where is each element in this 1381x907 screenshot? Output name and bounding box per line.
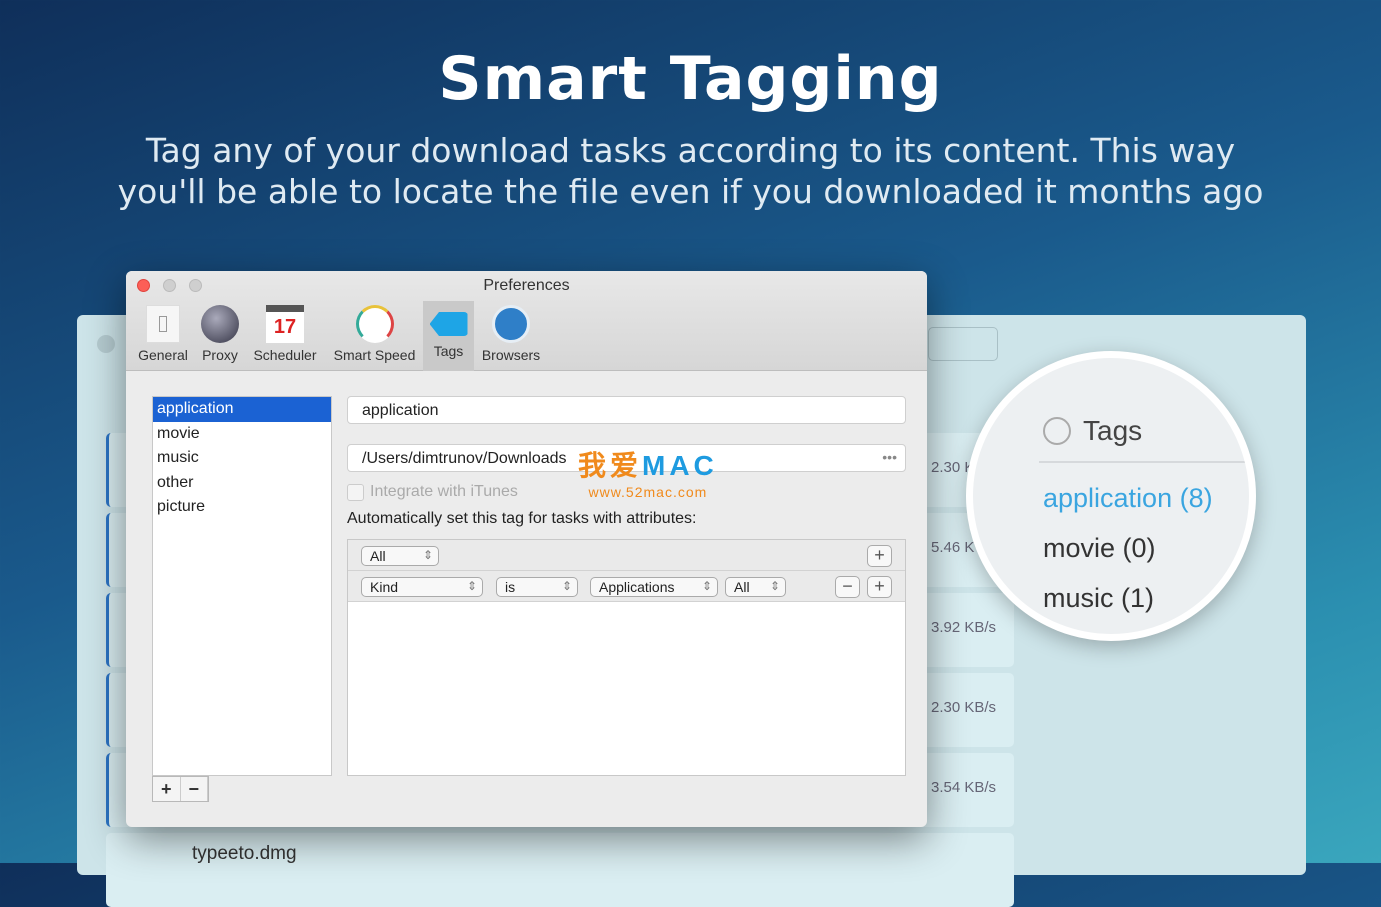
itunes-checkbox[interactable]: Integrate with iTunes <box>347 483 518 501</box>
tab-label: Tags <box>433 343 464 359</box>
checkbox-icon <box>347 483 364 501</box>
search-field[interactable] <box>928 327 998 361</box>
tab-label: Scheduler <box>253 347 317 363</box>
tag-list-item[interactable]: picture <box>153 495 331 520</box>
tag-count-item[interactable]: movie (0) <box>1043 533 1156 564</box>
title-bar: Preferences General Proxy 17 Scheduler S… <box>126 271 927 371</box>
task-card[interactable]: typeeto.dmg <box>106 833 1014 907</box>
file-name: typeeto.dmg <box>192 843 297 864</box>
network-globe-icon <box>201 305 239 343</box>
watermark-en: MAC <box>642 450 718 481</box>
tag-list-item[interactable]: music <box>153 446 331 471</box>
window-title: Preferences <box>483 277 570 294</box>
speedometer-icon <box>355 305 394 343</box>
remove-tag-button[interactable]: − <box>181 777 208 801</box>
window-control[interactable] <box>97 335 115 353</box>
rule-match-row: All + <box>348 540 905 571</box>
tab-tags[interactable]: Tags <box>423 301 474 371</box>
tag-count-item[interactable]: music (1) <box>1043 583 1154 614</box>
subtitle-line: you'll be able to locate the file even i… <box>117 172 1264 211</box>
folder-path: /Users/dimtrunov/Downloads <box>362 450 567 467</box>
auto-tag-label: Automatically set this tag for tasks wit… <box>347 510 697 527</box>
checkbox-label: Integrate with iTunes <box>370 483 518 500</box>
attribute-popup[interactable]: Kind <box>361 577 483 597</box>
tag-list: application movie music other picture <box>152 396 332 776</box>
tab-label: Proxy <box>202 347 238 363</box>
calendar-icon: 17 <box>266 305 304 343</box>
add-rule-button[interactable]: + <box>867 576 892 598</box>
remove-rule-button[interactable]: − <box>835 576 860 598</box>
value-popup[interactable]: Applications <box>590 577 718 597</box>
add-rule-button[interactable]: + <box>867 545 892 567</box>
tab-scheduler[interactable]: 17 Scheduler <box>249 301 321 371</box>
tag-name-field[interactable]: application <box>347 396 906 424</box>
operator-popup[interactable]: is <box>496 577 578 597</box>
tag-icon <box>429 312 468 336</box>
tag-count-item[interactable]: application (8) <box>1043 483 1213 514</box>
more-icon[interactable]: ••• <box>882 449 897 465</box>
tag-list-item[interactable]: movie <box>153 422 331 447</box>
tab-browsers[interactable]: Browsers <box>478 301 544 371</box>
magnifier-header: Tags <box>1083 415 1143 446</box>
tag-list-item[interactable]: application <box>153 397 331 422</box>
tag-list-item[interactable]: other <box>153 471 331 496</box>
tab-general[interactable]: General <box>134 301 192 371</box>
hero-title: Smart Tagging <box>438 44 943 114</box>
speed: 3.54 KB/s <box>931 779 997 796</box>
speed: 3.92 KB/s <box>931 619 997 636</box>
speed: 2.30 KB/s <box>931 699 997 716</box>
hero-subtitle: Tag any of your download tasks according… <box>0 130 1381 212</box>
preferences-window: Preferences General Proxy 17 Scheduler S… <box>126 271 927 827</box>
match-popup[interactable]: All <box>361 546 439 566</box>
compass-icon <box>492 305 530 343</box>
toggle-icon <box>1043 417 1071 445</box>
tab-proxy[interactable]: Proxy <box>196 301 244 371</box>
tags-magnifier: Tags application (8) movie (0) music (1) <box>966 351 1256 641</box>
watermark-url: www.52mac.com <box>588 484 708 500</box>
rule-row: Kind is Applications All − + <box>348 571 905 602</box>
add-tag-button[interactable]: + <box>153 777 181 801</box>
tag-add-remove: + − <box>152 776 209 802</box>
watermark-cn: 我爱 <box>578 450 643 481</box>
tab-label: Smart Speed <box>333 347 416 363</box>
speed: 5.46 K <box>931 539 975 556</box>
watermark: 我爱MAC www.52mac.com <box>578 444 718 500</box>
switch-icon <box>146 305 180 343</box>
rule-editor: All + Kind is Applications All − + <box>347 539 906 776</box>
tab-smart-speed[interactable]: Smart Speed <box>328 301 421 371</box>
tab-label: General <box>138 347 188 363</box>
scope-popup[interactable]: All <box>725 577 786 597</box>
tab-label: Browsers <box>481 347 541 363</box>
subtitle-line: Tag any of your download tasks according… <box>145 131 1236 170</box>
